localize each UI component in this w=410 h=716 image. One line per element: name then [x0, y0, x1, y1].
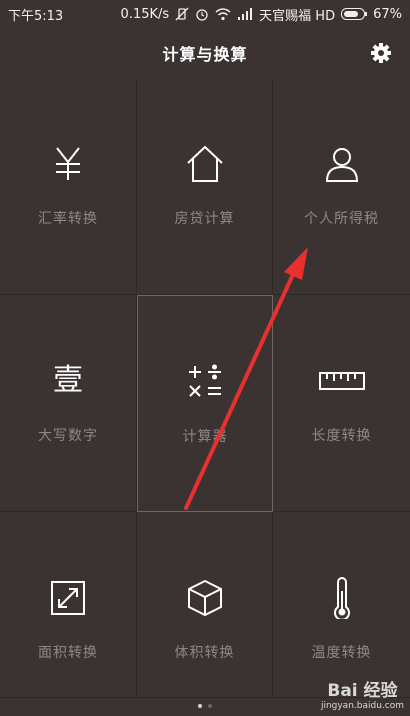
currency-yuan-icon [46, 142, 90, 186]
tile-uppercase-number[interactable]: 壹 大写数字 [0, 295, 137, 512]
wifi-icon [215, 7, 231, 21]
tile-volume[interactable]: 体积转换 [137, 512, 273, 698]
tile-income-tax[interactable]: 个人所得税 [273, 78, 410, 295]
watermark-url: jingyan.baidu.com [320, 701, 404, 711]
tile-calculator[interactable]: 计算器 [137, 295, 273, 512]
tile-label: 房贷计算 [174, 211, 235, 227]
status-bar: 下午5:13 0.15K/s 天官赐福 HD 67% [0, 0, 410, 28]
alarm-icon [195, 7, 209, 21]
tile-label: 面积转换 [38, 645, 98, 661]
battery-percent: 67% [373, 6, 402, 22]
tile-label: 计算器 [182, 429, 228, 445]
carrier-name: 天官赐福 HD [259, 8, 336, 24]
signal-icon [237, 7, 253, 21]
tile-label: 大写数字 [38, 428, 98, 444]
person-icon [320, 142, 364, 186]
title-bar: 计算与换算 [0, 28, 410, 78]
calculator-icon [183, 360, 227, 404]
area-icon [46, 576, 90, 620]
status-time: 下午5:13 [8, 8, 64, 24]
chinese-numeral-icon: 壹 [53, 363, 83, 398]
network-speed: 0.15K/s [120, 6, 170, 22]
tile-area[interactable]: 面积转换 [0, 512, 137, 698]
watermark: Bai 经验 jingyan.baidu.com [321, 681, 404, 712]
tile-temperature[interactable]: 温度转换 [273, 512, 410, 698]
tile-length[interactable]: 长度转换 [273, 295, 410, 512]
tile-label: 个人所得税 [304, 211, 379, 227]
tile-label: 体积转换 [174, 645, 235, 661]
gear-icon[interactable] [370, 42, 392, 64]
page-dot[interactable] [198, 704, 202, 708]
tool-grid: 汇率转换 房贷计算 个人所得税 壹 大写数字 计算器 长度转换 面积转换 体积转… [0, 78, 410, 698]
page-dot[interactable] [208, 704, 212, 708]
cube-icon [183, 576, 227, 620]
watermark-brand: Bai 经验 [327, 681, 398, 701]
vibrate-off-icon [175, 7, 189, 21]
tile-mortgage[interactable]: 房贷计算 [137, 78, 273, 295]
thermometer-icon [320, 576, 364, 620]
tile-label: 温度转换 [311, 645, 372, 661]
tile-label: 汇率转换 [38, 211, 98, 227]
page-title: 计算与换算 [162, 45, 248, 64]
tile-label: 长度转换 [311, 428, 372, 444]
battery-icon [341, 8, 368, 20]
ruler-icon [318, 359, 366, 403]
house-icon [183, 142, 227, 186]
tile-currency[interactable]: 汇率转换 [0, 78, 137, 295]
